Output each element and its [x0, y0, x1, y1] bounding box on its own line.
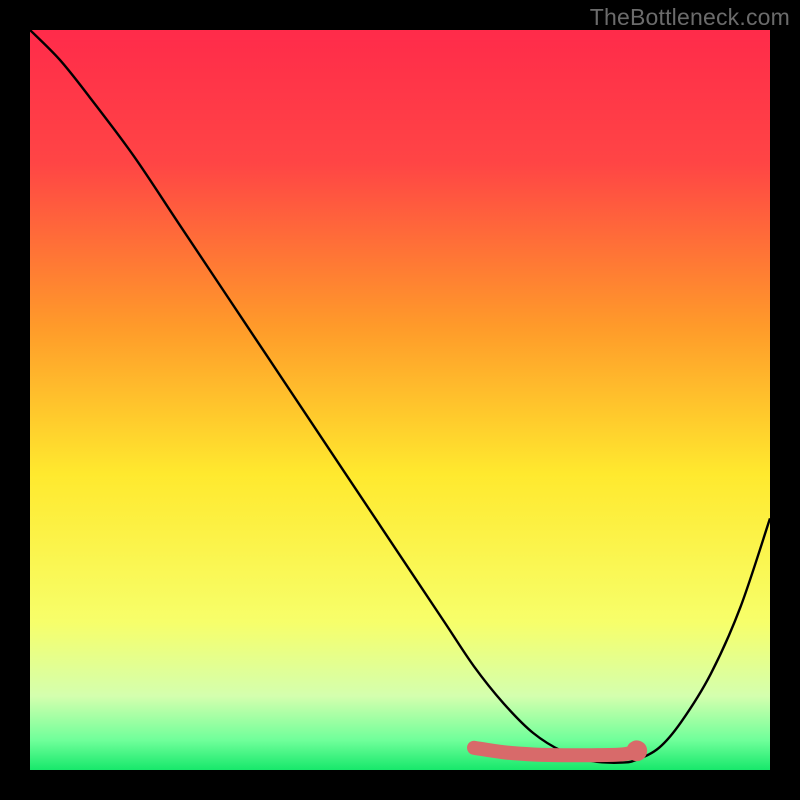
chart-frame: TheBottleneck.com [0, 0, 800, 800]
gradient-background [30, 30, 770, 770]
plot-area [30, 30, 770, 770]
marker-dot [626, 740, 647, 761]
chart-svg [30, 30, 770, 770]
watermark-text: TheBottleneck.com [590, 4, 790, 31]
optimal-range-band [474, 748, 637, 755]
